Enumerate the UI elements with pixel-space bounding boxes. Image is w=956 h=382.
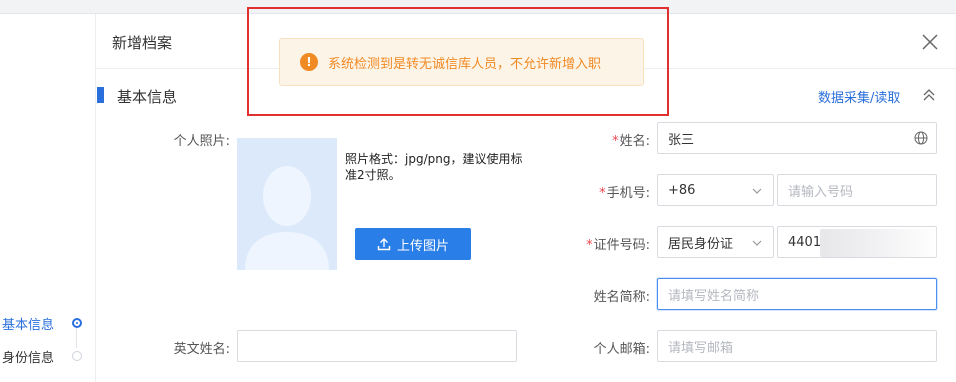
short-name-label: 姓名简称:	[593, 290, 650, 305]
chevron-down-icon	[752, 240, 762, 246]
id-number-label: *证件号码:	[560, 234, 650, 253]
name-label: *姓名:	[560, 130, 650, 149]
name-value: 张三	[668, 132, 695, 148]
data-collect-link[interactable]: 数据采集/读取	[818, 87, 900, 106]
phone-label: *手机号:	[560, 182, 650, 201]
highlight-annotation-box	[247, 7, 669, 116]
phone-number-input[interactable]: 请输入号码	[777, 174, 937, 206]
close-icon[interactable]	[920, 32, 940, 52]
step-basic-info[interactable]: 基本信息	[2, 314, 54, 333]
upload-icon	[377, 238, 391, 251]
section-marker	[97, 87, 104, 103]
step-identity-info-dot	[72, 351, 82, 361]
dialog-title: 新增档案	[112, 34, 173, 52]
step-identity-info[interactable]: 身份信息	[2, 347, 54, 366]
phone-placeholder: 请输入号码	[788, 184, 854, 200]
avatar-silhouette-icon	[245, 166, 329, 270]
english-name-label: 英文姓名:	[173, 342, 230, 357]
section-title: 基本信息	[117, 88, 178, 106]
globe-icon[interactable]	[914, 131, 928, 145]
phone-prefix-value: +86	[668, 182, 696, 198]
short-name-input[interactable]: 请填写姓名简称	[657, 278, 937, 310]
step-connector	[76, 328, 77, 348]
redacted-id-digits	[820, 229, 938, 257]
id-type-value: 居民身份证	[668, 236, 734, 252]
upload-photo-button[interactable]: 上传图片	[355, 228, 471, 260]
phone-label-text: 手机号:	[606, 186, 650, 201]
photo-format-tip: 照片格式：jpg/png，建议使用标准2寸照。	[345, 152, 523, 182]
email-placeholder: 请填写邮箱	[668, 340, 734, 356]
chevron-down-icon	[752, 188, 762, 194]
name-label-text: 姓名:	[619, 134, 650, 149]
email-label: 个人邮箱:	[593, 342, 650, 357]
photo-label: 个人照片:	[173, 134, 230, 149]
phone-prefix-select[interactable]: +86	[657, 174, 774, 206]
step-basic-info-dot	[72, 318, 82, 328]
email-input[interactable]: 请填写邮箱	[657, 330, 937, 362]
required-mark: *	[612, 134, 619, 149]
id-number-value: 4401	[788, 234, 822, 250]
upload-button-label: 上传图片	[396, 238, 449, 254]
name-input[interactable]: 张三	[657, 122, 937, 154]
photo-placeholder[interactable]	[237, 138, 337, 270]
english-name-input[interactable]	[237, 330, 517, 362]
short-name-placeholder: 请填写姓名简称	[668, 288, 760, 304]
chevron-up-double-icon[interactable]	[920, 86, 938, 104]
id-label-text: 证件号码:	[593, 238, 650, 253]
required-mark: *	[586, 238, 593, 253]
id-type-select[interactable]: 居民身份证	[657, 226, 774, 258]
required-mark: *	[599, 186, 606, 201]
